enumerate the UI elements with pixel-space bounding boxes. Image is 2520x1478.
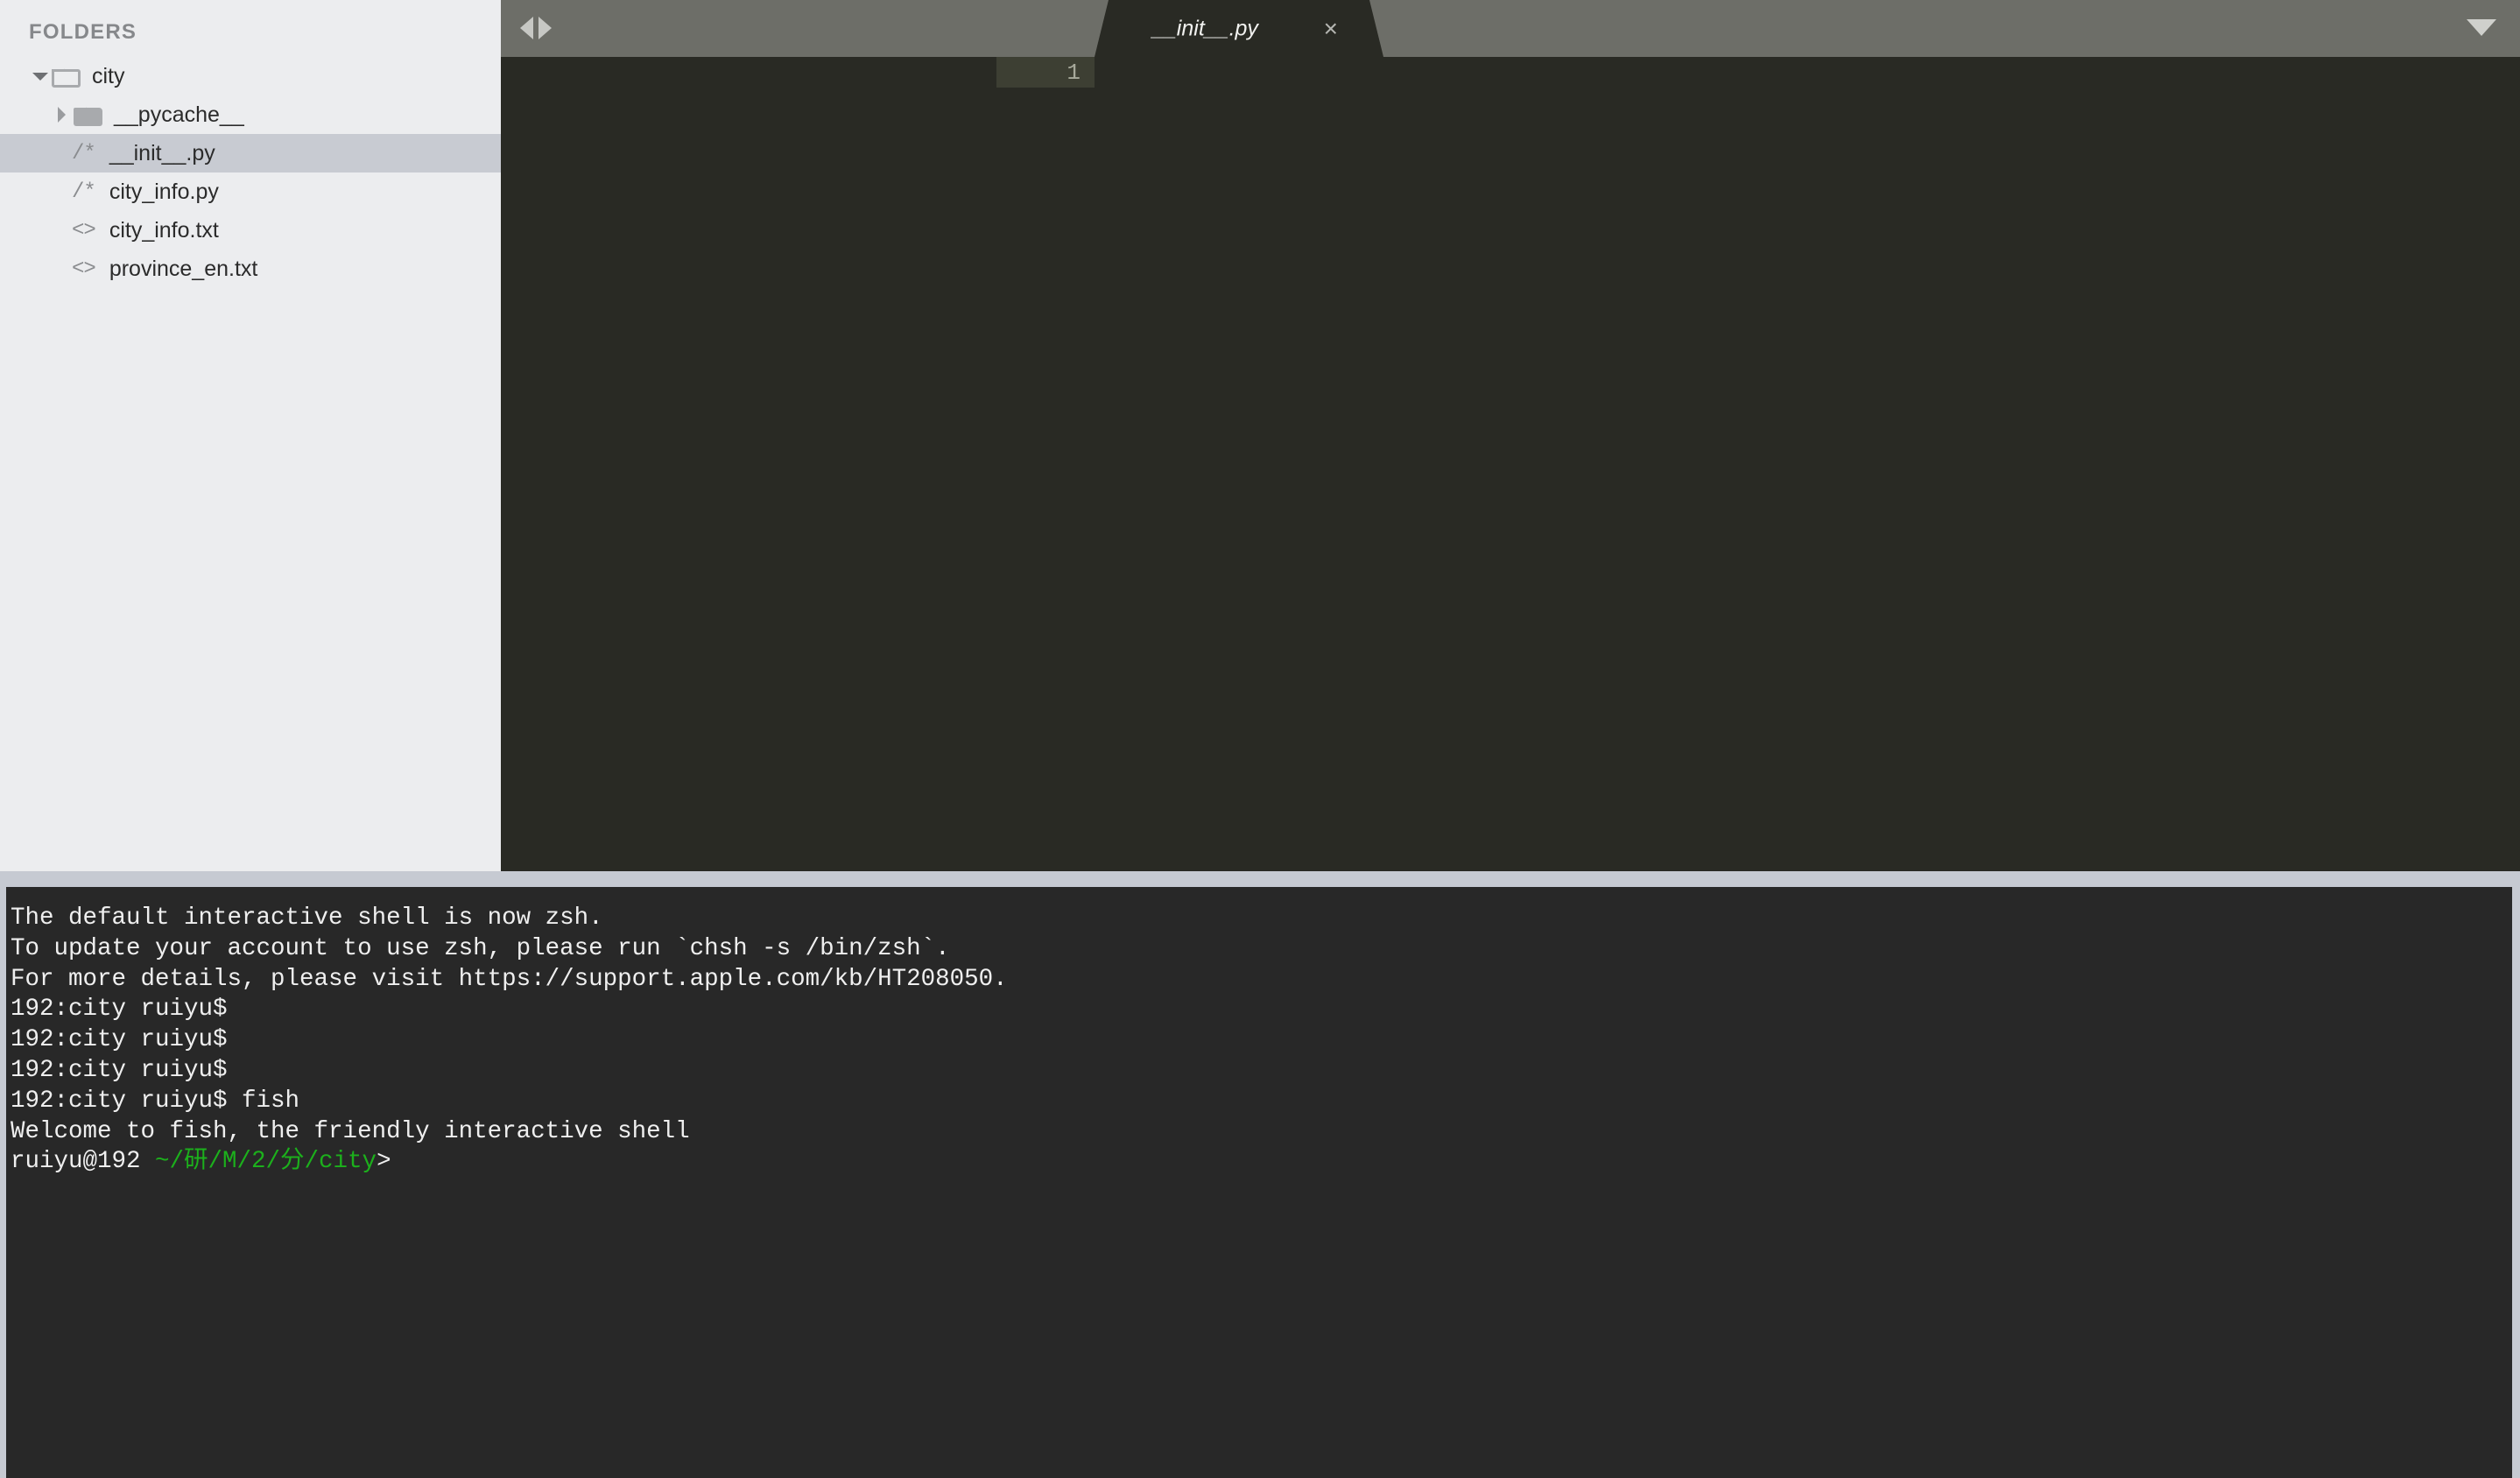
terminal-text-segment: 192:city ruiyu$	[11, 1056, 243, 1084]
tree-item-label: city_info.py	[109, 179, 219, 204]
chevron-down-icon[interactable]	[2467, 19, 2496, 36]
python-file-icon: /*	[72, 141, 96, 165]
terminal-line: To update your account to use zsh, pleas…	[11, 934, 2512, 965]
tree-item-pycache[interactable]: __pycache__	[0, 95, 501, 134]
terminal-line: Welcome to fish, the friendly interactiv…	[11, 1117, 2512, 1148]
tree-item-label: city	[92, 63, 125, 88]
terminal-text-segment: For more details, please visit https://s…	[11, 965, 1008, 993]
disclosure-closed-icon[interactable]	[51, 103, 74, 126]
terminal-edge-left	[0, 887, 6, 1478]
terminal-path-segment: ~/研/M/2/分/city	[155, 1148, 377, 1176]
terminal-text-segment: >	[377, 1148, 391, 1176]
terminal-line: ruiyu@192 ~/研/M/2/分/city>	[11, 1147, 2512, 1178]
tree-item-city-info-py[interactable]: /* city_info.py	[0, 172, 501, 211]
tab-label: __init__.py	[1152, 16, 1258, 40]
terminal-line: 192:city ruiyu$	[11, 1056, 2512, 1087]
editor-pane[interactable]: __init__.py × 1	[501, 0, 2520, 871]
tree-item-label: __pycache__	[114, 102, 244, 127]
terminal-text-segment: 192:city ruiyu$ fish	[11, 1087, 300, 1115]
tree-item-city-info-txt[interactable]: <> city_info.txt	[0, 211, 501, 250]
sublime-text-window: FOLDERS city __pycache__/* __init__.py/* ci…	[0, 0, 2520, 1478]
sidebar-header-folders: FOLDERS	[29, 20, 137, 44]
sidebar: FOLDERS city __pycache__/* __init__.py/* ci…	[0, 0, 501, 871]
tab-init-py[interactable]: __init__.py ×	[1095, 0, 1383, 57]
terminal-line: 192:city ruiyu$	[11, 1025, 2512, 1056]
terminal-line: 192:city ruiyu$ fish	[11, 1087, 2512, 1117]
text-file-icon: <>	[72, 218, 96, 243]
terminal-line: For more details, please visit https://s…	[11, 965, 2512, 996]
terminal-text-segment: ruiyu@192	[11, 1148, 156, 1176]
panel-divider[interactable]	[0, 871, 2520, 887]
editor-gutter: 1	[996, 57, 1095, 88]
terminal-text-segment: Welcome to fish, the friendly interactiv…	[11, 1117, 690, 1145]
tree-item-label: __init__.py	[109, 140, 215, 165]
terminal-line: 192:city ruiyu$	[11, 995, 2512, 1025]
tab-bar: __init__.py ×	[501, 0, 2520, 57]
tree-item-province-en-txt[interactable]: <> province_en.txt	[0, 250, 501, 288]
arrow-left-icon[interactable]	[520, 17, 533, 39]
text-file-icon: <>	[72, 257, 96, 281]
python-file-icon: /*	[72, 179, 96, 204]
tree-item-label: province_en.txt	[109, 256, 258, 281]
tab-nav-arrows[interactable]	[520, 14, 581, 42]
folder-open-icon	[52, 65, 81, 88]
terminal-panel[interactable]: The default interactive shell is now zsh…	[0, 887, 2520, 1478]
terminal-text-segment: 192:city ruiyu$	[11, 996, 243, 1024]
disclosure-open-icon[interactable]	[29, 65, 52, 88]
tree-item-city[interactable]: city	[0, 57, 501, 95]
folder-closed-icon	[74, 103, 103, 126]
gutter-line-number: 1	[1066, 59, 1081, 86]
tree-item-label: city_info.txt	[109, 217, 219, 243]
tree-item-init-py[interactable]: /* __init__.py	[0, 134, 501, 172]
terminal-text-segment: 192:city ruiyu$	[11, 1026, 243, 1054]
terminal-output[interactable]: The default interactive shell is now zsh…	[6, 904, 2512, 1478]
workspace-top-region: FOLDERS city __pycache__/* __init__.py/* ci…	[0, 0, 2520, 871]
close-icon[interactable]: ×	[1324, 16, 1338, 41]
arrow-right-icon[interactable]	[538, 17, 552, 39]
terminal-edge-right	[2512, 887, 2520, 1478]
file-tree: city __pycache__ /* __init__.py /* city_info.…	[0, 57, 501, 288]
terminal-text-segment: The default interactive shell is now zsh…	[11, 904, 603, 932]
terminal-text-segment: To update your account to use zsh, pleas…	[11, 934, 950, 962]
terminal-line: The default interactive shell is now zsh…	[11, 904, 2512, 934]
